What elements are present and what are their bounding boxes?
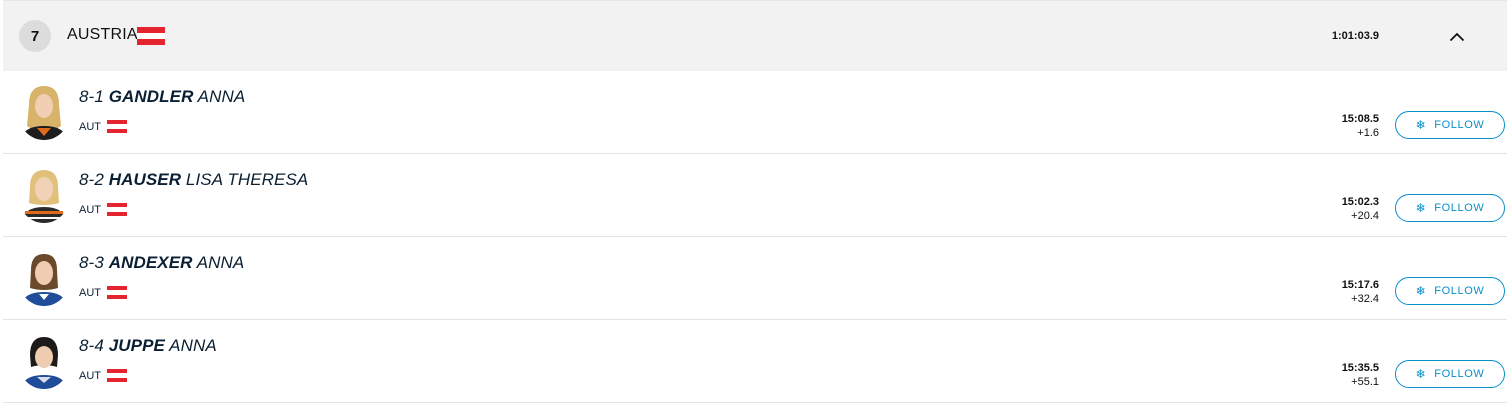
athlete-last-name: HAUSER	[108, 170, 182, 189]
athlete-row: 8-4 JUPPE ANNA AUT 15:35.5 +55.1 ❄ FOLLO…	[3, 320, 1507, 403]
time-difference: +32.4	[1351, 293, 1379, 305]
time-difference: +1.6	[1357, 127, 1379, 139]
snowflake-icon: ❄	[1415, 367, 1427, 381]
nation-code: AUT	[79, 203, 101, 216]
athlete-last-name: JUPPE	[108, 336, 165, 355]
follow-button[interactable]: ❄ FOLLOW	[1395, 360, 1505, 388]
follow-button[interactable]: ❄ FOLLOW	[1395, 277, 1505, 305]
athlete-nation: AUT	[79, 286, 127, 299]
snowflake-icon: ❄	[1415, 201, 1427, 215]
nation-code: AUT	[79, 369, 101, 382]
athlete-nation: AUT	[79, 369, 127, 382]
follow-label: FOLLOW	[1434, 285, 1485, 297]
follow-label: FOLLOW	[1434, 119, 1485, 131]
athlete-bib: 8-3	[79, 253, 104, 272]
austria-flag-icon	[107, 203, 127, 216]
athlete-nation: AUT	[79, 120, 127, 133]
athlete-result: 15:17.6 +32.4	[1303, 278, 1379, 306]
team-total-time: 1:01:03.9	[1331, 30, 1379, 42]
athlete-row: 8-1 GANDLER ANNA AUT 15:08.5 +1.6 ❄ FOLL…	[3, 71, 1507, 154]
athlete-row: 8-3 ANDEXER ANNA AUT 15:17.6 +32.4 ❄ FOL…	[3, 237, 1507, 320]
athlete-avatar	[19, 333, 69, 389]
athlete-last-name: GANDLER	[108, 87, 194, 106]
team-header[interactable]: 7 AUSTRIA 1:01:03.9	[3, 0, 1507, 71]
follow-label: FOLLOW	[1434, 202, 1485, 214]
time-difference: +20.4	[1351, 210, 1379, 222]
leg-time: 15:17.6	[1341, 279, 1379, 291]
athlete-first-name: ANNA	[197, 87, 246, 106]
team-results: 7 AUSTRIA 1:01:03.9 8-1 GANDLER ANNA AUT…	[0, 0, 1509, 404]
athlete-first-name: ANNA	[169, 336, 217, 355]
athlete-name[interactable]: 8-3 ANDEXER ANNA	[79, 253, 244, 273]
follow-button[interactable]: ❄ FOLLOW	[1395, 111, 1505, 139]
athlete-result: 15:02.3 +20.4	[1303, 195, 1379, 223]
leg-time: 15:08.5	[1341, 113, 1379, 125]
snowflake-icon: ❄	[1415, 118, 1427, 132]
athlete-result: 15:08.5 +1.6	[1303, 112, 1379, 140]
austria-flag-icon	[107, 120, 127, 133]
team-rank-badge: 7	[19, 20, 51, 52]
nation-code: AUT	[79, 120, 101, 133]
leg-time: 15:02.3	[1341, 196, 1379, 208]
follow-button[interactable]: ❄ FOLLOW	[1395, 194, 1505, 222]
time-difference: +55.1	[1351, 376, 1379, 388]
snowflake-icon: ❄	[1415, 284, 1427, 298]
athlete-bib: 8-2	[79, 170, 104, 189]
team-name: AUSTRIA	[67, 26, 138, 43]
athlete-avatar	[19, 250, 69, 306]
athlete-first-name: ANNA	[196, 253, 245, 272]
nation-code: AUT	[79, 286, 101, 299]
athlete-name[interactable]: 8-4 JUPPE ANNA	[79, 336, 217, 356]
collapse-button[interactable]	[1443, 25, 1471, 49]
athlete-name[interactable]: 8-1 GANDLER ANNA	[79, 87, 245, 107]
athlete-avatar	[19, 84, 69, 140]
athlete-nation: AUT	[79, 203, 127, 216]
chevron-up-icon	[1449, 32, 1465, 42]
follow-label: FOLLOW	[1434, 368, 1485, 380]
athlete-bib: 8-4	[79, 336, 104, 355]
austria-flag-icon	[107, 286, 127, 299]
athlete-bib: 8-1	[79, 87, 104, 106]
leg-time: 15:35.5	[1341, 362, 1379, 374]
athlete-result: 15:35.5 +55.1	[1303, 361, 1379, 389]
athlete-avatar	[19, 167, 69, 223]
athlete-row: 8-2 HAUSER LISA THERESA AUT 15:02.3 +20.…	[3, 154, 1507, 237]
athlete-last-name: ANDEXER	[108, 253, 193, 272]
austria-flag-icon	[107, 369, 127, 382]
athlete-first-name: LISA THERESA	[185, 170, 309, 189]
athlete-name[interactable]: 8-2 HAUSER LISA THERESA	[79, 170, 308, 190]
austria-flag-icon	[137, 27, 165, 45]
